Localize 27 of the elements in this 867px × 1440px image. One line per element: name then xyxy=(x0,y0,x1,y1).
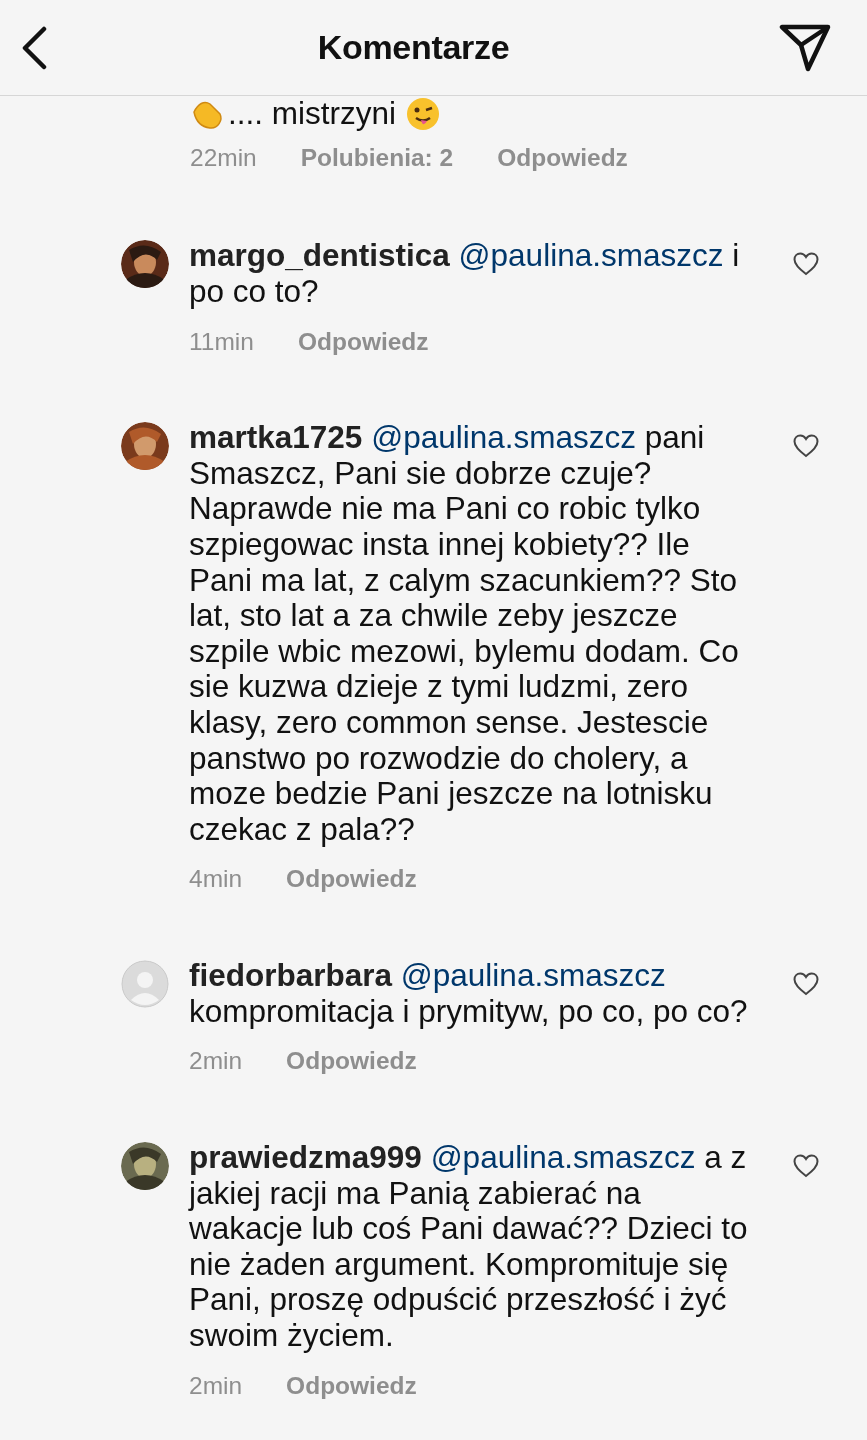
comment-time: 2min xyxy=(189,1046,243,1077)
winking-face-icon xyxy=(406,96,440,131)
comment-text: margo_dentistica @paulina.smaszcz i po co to? xyxy=(189,238,741,310)
comment-time: 22min xyxy=(190,142,257,173)
comment-time: 11min xyxy=(189,326,254,357)
comment-text: prawiedzma999 @paulina.smaszcz a z jakiej racji ma Panią zabierać na wakacje lub coś Pani dawać?? Dzieci to nie żaden argument. Kompromituje się Pani, proszę odpuścić przeszłość i żyć swoim życiem. xyxy=(189,1140,749,1354)
mention-link[interactable]: @paulina.smaszcz xyxy=(371,419,636,456)
page-title: Komentarze xyxy=(317,27,510,68)
mention-link[interactable]: @paulina.smaszcz xyxy=(400,957,666,994)
mention-link[interactable]: @paulina.smaszcz xyxy=(458,237,724,274)
avatar-icon xyxy=(121,960,169,1009)
comment-time: 4min xyxy=(189,864,243,895)
username-link[interactable]: fiedorbarbara xyxy=(189,957,393,994)
mention-link[interactable]: @paulina.smaszcz xyxy=(430,1139,696,1176)
back-icon[interactable] xyxy=(20,25,48,70)
comment-time: 2min xyxy=(189,1370,243,1401)
username-link[interactable]: margo_dentistica xyxy=(189,237,450,274)
heart-icon[interactable] xyxy=(793,252,819,277)
comment-text: .... mistrzyni xyxy=(228,96,396,132)
username-link[interactable]: prawiedzma999 xyxy=(189,1139,422,1176)
comment-text: martka1725 @paulina.smaszcz pani Smaszcz, Pani sie dobrze czuje? Naprawde nie ma Pani co robic tylko szpiegowac insta innej kobiety?? Ile Pani ma lat, z calym szacunkiem?? Sto lat, sto lat a za chwile zeby jeszcze szpile wbic mezowi, bylemu dodam. Co sie kuzwa dzieje z tymi ludzmi, zero klasy, zero common sense. Jestescie panstwo po rozwodzie do cholery, a moze bedzie Pani jeszcze na lotnisku czekac z pala?? xyxy=(189,420,740,848)
username-link[interactable]: martka1725 xyxy=(189,419,363,456)
heart-icon[interactable] xyxy=(793,1153,819,1178)
send-icon[interactable] xyxy=(779,22,831,73)
heart-icon[interactable] xyxy=(793,434,819,459)
comment-text: fiedorbarbara @paulina.smaszcz kompromitacja i prymityw, po co, po co? xyxy=(189,958,749,1030)
heart-icon[interactable] xyxy=(793,971,819,996)
